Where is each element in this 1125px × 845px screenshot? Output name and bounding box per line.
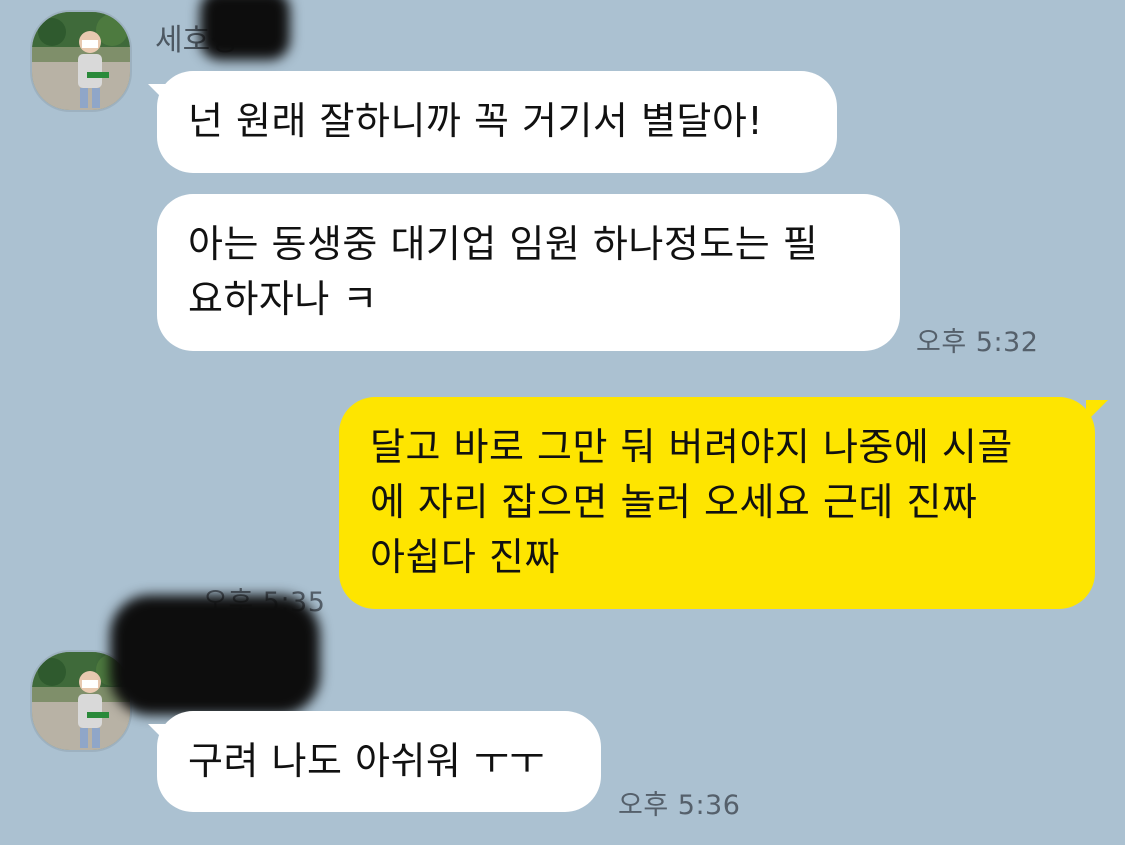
message-bubble-received[interactable]: 아는 동생중 대기업 임원 하나정도는 필 요하자나 ㅋ [157, 194, 900, 351]
sender-avatar[interactable] [32, 12, 130, 110]
message-time: 오후 5:32 [916, 327, 1039, 358]
bubble-tail [1086, 400, 1108, 422]
avatar-photo-icon [32, 12, 130, 110]
message-text: 에 자리 잡으면 놀러 오세요 근데 진짜 [370, 480, 978, 524]
message-bubble-sent[interactable]: 달고 바로 그만 둬 버려야지 나중에 시골 에 자리 잡으면 놀러 오세요 근… [339, 397, 1095, 609]
message-bubble-received[interactable]: 구려 나도 아쉬워 ㅜㅜ [157, 711, 601, 812]
message-bubble-received[interactable]: 넌 원래 잘하니까 꼭 거기서 별달아! [157, 71, 837, 173]
message-text: 요하자나 ㅋ [188, 277, 378, 321]
message-time: 오후 5:36 [618, 790, 741, 821]
message-text: 아쉽다 진짜 [370, 535, 560, 579]
message-text: 넌 원래 잘하니까 꼭 거기서 별달아! [188, 99, 764, 143]
message-text: 구려 나도 아쉬워 ㅜㅜ [188, 739, 545, 783]
message-text: 달고 바로 그만 둬 버려야지 나중에 시골 [370, 425, 1013, 469]
name-redaction [200, 0, 290, 60]
message-text: 아는 동생중 대기업 임원 하나정도는 필 [188, 222, 819, 266]
name-redaction [110, 595, 320, 715]
